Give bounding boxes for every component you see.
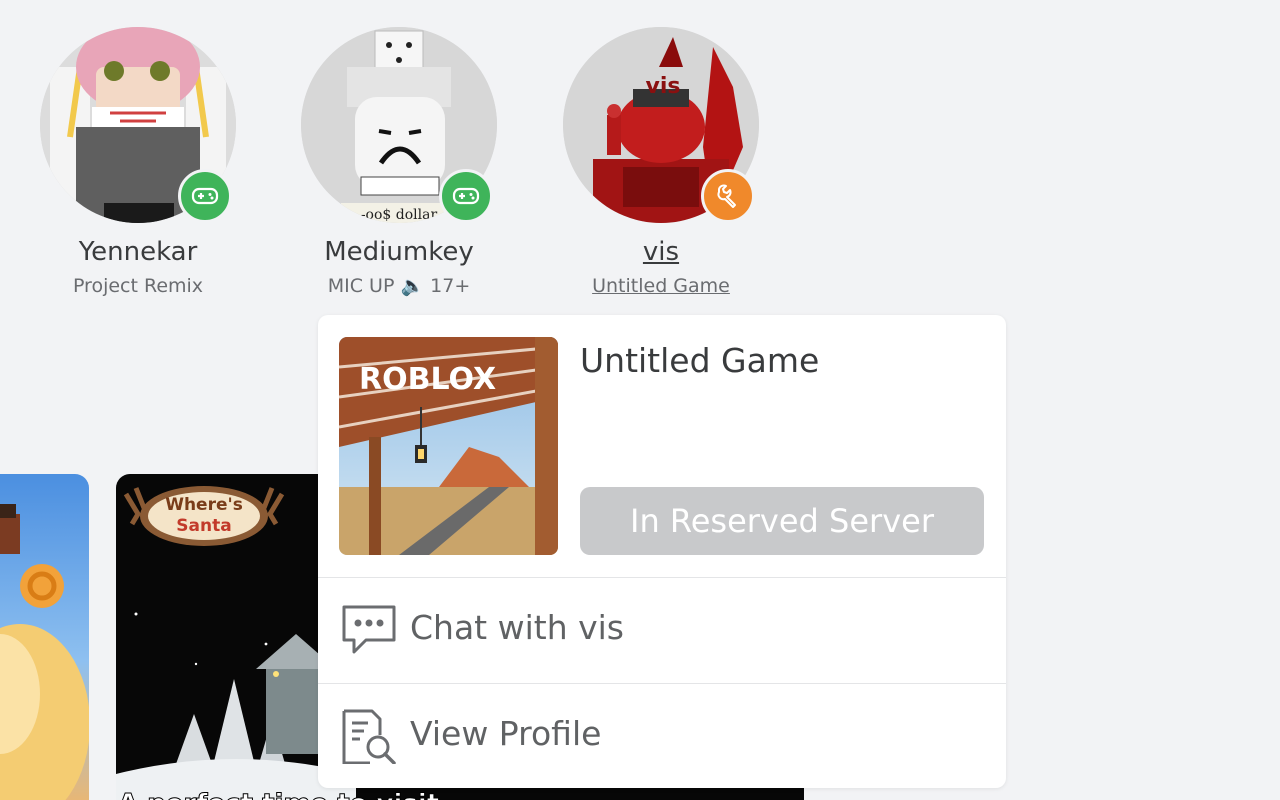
friend-name[interactable]: Yennekar — [18, 237, 258, 267]
friend-avatar-wrap — [40, 27, 236, 223]
view-profile-icon — [342, 709, 396, 764]
friend-status: Project Remix — [72, 275, 204, 297]
friend-tile-vis[interactable]: vis vis Untitled Game — [541, 27, 781, 297]
friend-name[interactable]: vis — [541, 237, 781, 267]
view-profile-label: View Profile — [410, 714, 602, 753]
game-tile-partial[interactable] — [0, 474, 89, 800]
friend-game-popup: ROBLOX Untitled Game In Reserved Server … — [318, 315, 1006, 788]
chat-with-friend-label: Chat with vis — [410, 608, 625, 647]
friend-avatar-wrap: vis — [563, 27, 759, 223]
svg-text:A perfect time to visit: A perfect time to visit — [118, 789, 439, 800]
chat-with-friend-button[interactable]: Chat with vis — [318, 578, 1006, 682]
friends-page: Where's Santa A perfect time to visit — [0, 0, 1280, 800]
controller-icon — [191, 187, 219, 205]
game-title[interactable]: Untitled Game — [580, 341, 819, 381]
friend-name[interactable]: Mediumkey — [279, 237, 519, 267]
wrench-icon — [717, 184, 736, 208]
svg-text:vis: vis — [646, 74, 681, 99]
game-thumbnail[interactable]: ROBLOX — [339, 337, 558, 555]
view-profile-button[interactable]: View Profile — [318, 684, 1006, 788]
friend-avatar-wrap: -oo$ dollar — [301, 27, 497, 223]
svg-text:Where's: Where's — [165, 495, 243, 515]
friend-status-game-link[interactable]: Untitled Game — [541, 275, 781, 297]
presence-badge — [178, 169, 232, 223]
presence-badge — [701, 169, 755, 223]
roblox-logo: ROBLOX — [359, 362, 496, 397]
join-game-button[interactable]: In Reserved Server — [580, 487, 984, 555]
svg-text:-oo$ dollar: -oo$ dollar — [361, 207, 438, 223]
friend-tile-mediumkey[interactable]: -oo$ dollar Mediumkey MIC UP 🔈 17+ — [279, 27, 519, 297]
presence-badge — [439, 169, 493, 223]
friend-tile-yennekar[interactable]: Yennekar Project Remix — [18, 27, 258, 297]
svg-text:Santa: Santa — [176, 516, 231, 536]
controller-icon — [452, 187, 480, 205]
chat-icon — [342, 605, 396, 654]
friend-status: MIC UP 🔈 17+ — [327, 275, 471, 297]
